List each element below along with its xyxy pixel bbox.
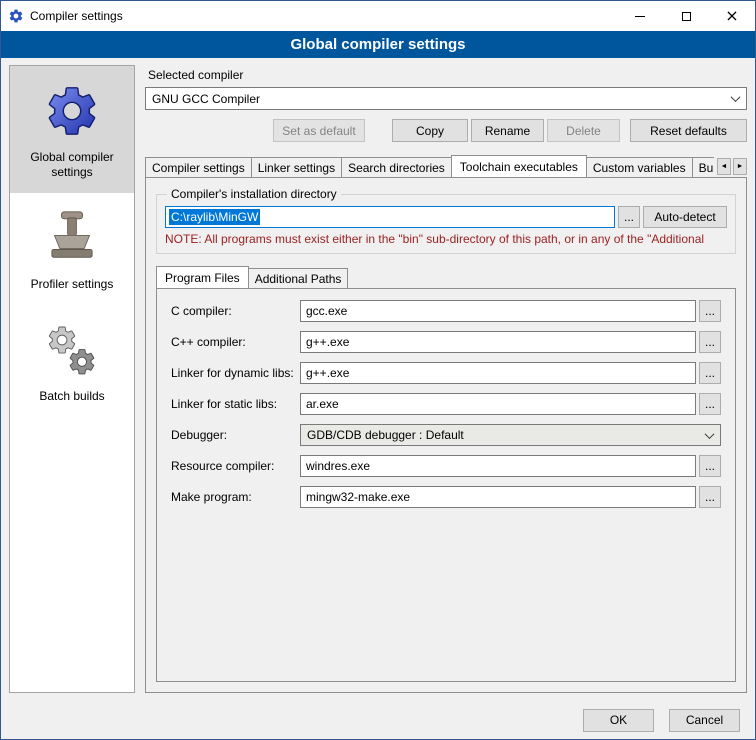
linker-dynamic-browse-button[interactable]: ... xyxy=(699,362,721,384)
installation-directory-browse-button[interactable]: ... xyxy=(618,206,640,228)
cpp-compiler-value: g++.exe xyxy=(306,335,349,349)
toolchain-executables-panel: Compiler's installation directory C:\ray… xyxy=(145,177,747,693)
tab-custom-variables[interactable]: Custom variables xyxy=(586,157,693,177)
app-icon xyxy=(8,8,24,24)
form-row: Linker for dynamic libs: g++.exe ... xyxy=(171,362,721,384)
resource-compiler-label: Resource compiler: xyxy=(171,459,300,473)
resource-compiler-input[interactable]: windres.exe xyxy=(300,455,696,477)
blue-gear-icon xyxy=(42,81,102,141)
window-title: Compiler settings xyxy=(30,9,123,23)
cpp-compiler-browse-button[interactable]: ... xyxy=(699,331,721,353)
minimize-button[interactable] xyxy=(617,1,663,31)
c-compiler-input[interactable]: gcc.exe xyxy=(300,300,696,322)
tab-scroll-right-button[interactable]: ► xyxy=(733,158,747,175)
maximize-icon xyxy=(682,12,691,21)
ok-button[interactable]: OK xyxy=(583,709,654,732)
maximize-button[interactable] xyxy=(663,1,709,31)
form-row: Resource compiler: windres.exe ... xyxy=(171,455,721,477)
sidebar-item-label: Global compiler settings xyxy=(14,150,130,180)
installation-directory-label: Compiler's installation directory xyxy=(167,187,341,201)
linker-static-label: Linker for static libs: xyxy=(171,397,300,411)
sidebar-item-profiler-settings[interactable]: Profiler settings xyxy=(10,193,134,305)
settings-category-list: Global compiler settings Profiler settin… xyxy=(9,65,135,693)
bin-subdirectory-note: NOTE: All programs must exist either in … xyxy=(165,232,727,246)
linker-static-input[interactable]: ar.exe xyxy=(300,393,696,415)
make-program-input[interactable]: mingw32-make.exe xyxy=(300,486,696,508)
resource-compiler-browse-button[interactable]: ... xyxy=(699,455,721,477)
compiler-settings-dialog: Compiler settings × Global compiler sett… xyxy=(0,0,756,740)
delete-button[interactable]: Delete xyxy=(547,119,620,142)
debugger-label: Debugger: xyxy=(171,428,300,442)
linker-dynamic-label: Linker for dynamic libs: xyxy=(171,366,300,380)
selected-compiler-dropdown[interactable]: GNU GCC Compiler xyxy=(145,87,747,110)
profiler-tool-icon xyxy=(42,208,102,268)
form-row: C compiler: gcc.exe ... xyxy=(171,300,721,322)
subtab-additional-paths[interactable]: Additional Paths xyxy=(248,268,349,288)
set-as-default-button[interactable]: Set as default xyxy=(273,119,365,142)
sidebar-item-label: Batch builds xyxy=(39,389,104,404)
chevron-down-icon xyxy=(705,429,715,439)
selected-compiler-value: GNU GCC Compiler xyxy=(152,92,726,106)
reset-defaults-button[interactable]: Reset defaults xyxy=(630,119,747,142)
make-program-label: Make program: xyxy=(171,490,300,504)
c-compiler-browse-button[interactable]: ... xyxy=(699,300,721,322)
sidebar-item-global-compiler-settings[interactable]: Global compiler settings xyxy=(10,66,134,193)
tab-build-options[interactable]: Builc xyxy=(692,157,714,177)
sidebar-item-label: Profiler settings xyxy=(31,277,114,292)
form-row: Make program: mingw32-make.exe ... xyxy=(171,486,721,508)
tab-linker-settings[interactable]: Linker settings xyxy=(251,157,342,177)
tab-search-directories[interactable]: Search directories xyxy=(341,157,452,177)
debugger-dropdown[interactable]: GDB/CDB debugger : Default xyxy=(300,424,721,446)
minimize-icon xyxy=(635,16,645,17)
auto-detect-button[interactable]: Auto-detect xyxy=(643,206,727,228)
selected-compiler-label: Selected compiler xyxy=(148,68,747,82)
tab-compiler-settings[interactable]: Compiler settings xyxy=(145,157,252,177)
dialog-footer: OK Cancel xyxy=(1,701,755,739)
linker-static-browse-button[interactable]: ... xyxy=(699,393,721,415)
close-icon: × xyxy=(725,8,738,24)
cpp-compiler-label: C++ compiler: xyxy=(171,335,300,349)
titlebar: Compiler settings × xyxy=(1,1,755,31)
tab-scroll-left-button[interactable]: ◄ xyxy=(717,158,731,175)
make-program-browse-button[interactable]: ... xyxy=(699,486,721,508)
form-row: Linker for static libs: ar.exe ... xyxy=(171,393,721,415)
form-row: Debugger: GDB/CDB debugger : Default xyxy=(171,424,721,446)
cancel-button[interactable]: Cancel xyxy=(669,709,740,732)
resource-compiler-value: windres.exe xyxy=(306,459,370,473)
c-compiler-value: gcc.exe xyxy=(306,304,347,318)
linker-static-value: ar.exe xyxy=(306,397,339,411)
cpp-compiler-input[interactable]: g++.exe xyxy=(300,331,696,353)
linker-dynamic-input[interactable]: g++.exe xyxy=(300,362,696,384)
installation-directory-input[interactable]: C:\raylib\MinGW xyxy=(165,206,615,228)
linker-dynamic-value: g++.exe xyxy=(306,366,349,380)
tab-toolchain-executables[interactable]: Toolchain executables xyxy=(451,155,587,177)
program-files-tabstrip: Program Files Additional Paths xyxy=(156,266,736,288)
copy-button[interactable]: Copy xyxy=(392,119,468,142)
form-row: C++ compiler: g++.exe ... xyxy=(171,331,721,353)
installation-directory-value: C:\raylib\MinGW xyxy=(169,209,260,225)
gray-gears-icon xyxy=(42,320,102,380)
installation-directory-groupbox: Compiler's installation directory C:\ray… xyxy=(156,187,736,254)
c-compiler-label: C compiler: xyxy=(171,304,300,318)
rename-button[interactable]: Rename xyxy=(471,119,544,142)
make-program-value: mingw32-make.exe xyxy=(306,490,410,504)
sidebar-item-batch-builds[interactable]: Batch builds xyxy=(10,305,134,417)
debugger-value: GDB/CDB debugger : Default xyxy=(307,428,700,442)
settings-tabstrip: Compiler settings Linker settings Search… xyxy=(145,155,747,177)
chevron-down-icon xyxy=(731,92,741,102)
dialog-banner: Global compiler settings xyxy=(1,31,755,58)
subtab-program-files[interactable]: Program Files xyxy=(156,266,249,288)
close-button[interactable]: × xyxy=(709,1,755,31)
program-files-panel: C compiler: gcc.exe ... C++ compiler: g+… xyxy=(156,288,736,682)
